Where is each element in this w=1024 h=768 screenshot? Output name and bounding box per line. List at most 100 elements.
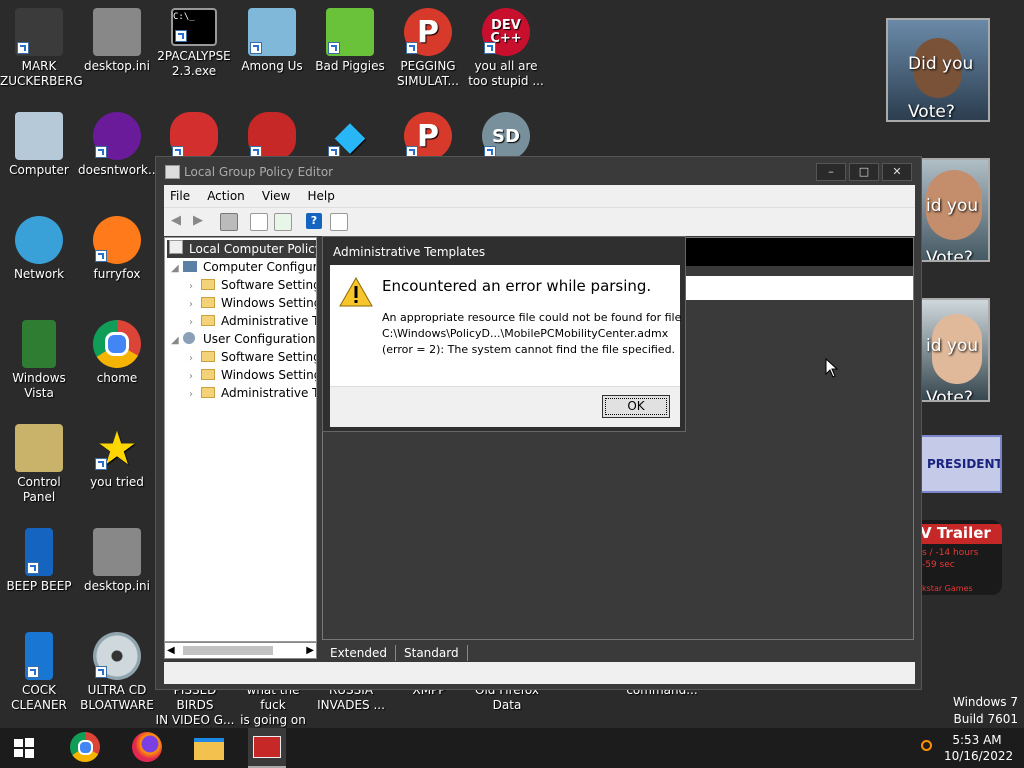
desktop-icon-label: 2PACALYPSE 2.3.exe xyxy=(157,49,231,78)
desktop-icon-2pacalypse[interactable]: C:\_ 2PACALYPSE 2.3.exe xyxy=(155,8,233,79)
scroll-right-icon[interactable]: ▶ xyxy=(306,643,314,658)
desktop-icon-ultra-cd-bloatware[interactable]: ULTRA CD BLOATWARE xyxy=(78,632,156,713)
desktop-icon-windows-vista[interactable]: Windows Vista xyxy=(0,320,78,401)
folder-icon xyxy=(201,369,215,380)
clock[interactable]: 5:53 AM 10/16/2022 xyxy=(944,732,1014,764)
yahoo-icon xyxy=(93,112,141,160)
desktop-icon-mark-zuckerberg[interactable]: MARK ZUCKERBERG xyxy=(0,8,83,89)
vote-widget-3[interactable]: id you Vote? xyxy=(920,298,990,402)
angry-bird-icon xyxy=(248,112,296,160)
menu-help[interactable]: Help xyxy=(301,186,340,203)
ok-button[interactable]: OK xyxy=(602,395,670,418)
desktop-icon-chome[interactable]: chome xyxy=(78,320,156,386)
p-logo-icon: P xyxy=(404,8,452,56)
taskbar-chrome[interactable] xyxy=(70,732,102,764)
menu-file[interactable]: File xyxy=(164,186,196,203)
taskbar-file-explorer[interactable] xyxy=(194,732,226,764)
game-icon xyxy=(248,8,296,56)
desktop-icon-label: you all are too stupid ... xyxy=(468,59,544,88)
tree-item-uc-software-settings[interactable]: › Software Settings xyxy=(189,348,317,366)
desktop-icon-you-tried[interactable]: ★ you tried xyxy=(78,424,156,490)
desktop-icon-network[interactable]: Network xyxy=(0,216,78,282)
forward-arrow-icon[interactable]: ▶ xyxy=(190,213,206,229)
mouse-cursor-icon xyxy=(825,358,839,378)
expand-arrow-icon[interactable]: ◢ xyxy=(171,260,183,278)
close-button[interactable]: ✕ xyxy=(882,163,912,181)
clock-date: 10/16/2022 xyxy=(944,749,1014,763)
desktop-icon-bad-piggies[interactable]: Bad Piggies xyxy=(311,8,389,74)
search-icon[interactable] xyxy=(921,740,932,751)
menu-view[interactable]: View xyxy=(256,186,296,203)
folder-icon xyxy=(201,279,215,290)
properties-icon[interactable] xyxy=(250,213,268,231)
gear-icon: SD xyxy=(482,112,530,160)
minimize-button[interactable]: – xyxy=(816,163,846,181)
console-tree-icon[interactable] xyxy=(220,213,238,231)
desktop-icon-desktop-ini[interactable]: desktop.ini xyxy=(78,8,156,74)
desktop-icon-beep-beep[interactable]: BEEP BEEP xyxy=(0,528,78,594)
tree-item-label: Software Settings xyxy=(221,350,317,364)
error-message-line-1: An appropriate resource file could not b… xyxy=(382,311,682,324)
president-widget[interactable]: PRESIDENT xyxy=(920,435,1002,493)
tab-extended[interactable]: Extended xyxy=(322,645,396,661)
tree-item-uc-administrative-templates[interactable]: › Administrative Te xyxy=(189,384,316,404)
maximize-button[interactable]: □ xyxy=(849,163,879,181)
pig-icon xyxy=(326,8,374,56)
policy-icon xyxy=(169,240,183,254)
console-tree[interactable]: Local Computer Policy ◢ Computer Configur… xyxy=(164,237,317,642)
tree-item-label: Windows Setting xyxy=(221,368,317,382)
tree-item-uc-windows-settings[interactable]: › Windows Setting xyxy=(189,366,317,384)
expand-arrow-icon[interactable]: ◢ xyxy=(171,332,183,350)
taskbar-firefox[interactable] xyxy=(132,732,164,764)
error-heading: Encountered an error while parsing. xyxy=(382,277,652,295)
diamond-icon: ◆ xyxy=(326,112,374,160)
tree-item-user-configuration[interactable]: ◢ User Configuration xyxy=(171,330,316,348)
start-button[interactable] xyxy=(12,736,36,760)
filter-view-icon[interactable] xyxy=(330,213,348,231)
tree-item-cc-software-settings[interactable]: › Software Settings xyxy=(189,276,316,294)
desktop-icon-pegging-simulator[interactable]: P PEGGING SIMULAT... xyxy=(389,8,467,89)
desktop-icon-among-us[interactable]: Among Us xyxy=(233,8,311,74)
help-icon[interactable]: ? xyxy=(306,213,322,229)
tree-item-cc-windows-settings[interactable]: › Windows Setting xyxy=(189,294,316,312)
desktop-icon-doesntwork[interactable]: doesntwork... xyxy=(78,112,159,178)
desktop-icon-label: ULTRA CD BLOATWARE xyxy=(80,683,154,712)
error-message-line-3: (error = 2): The system cannot find the … xyxy=(382,343,676,356)
person-icon xyxy=(15,8,63,56)
vote-text: id you Vote? xyxy=(926,196,979,262)
desktop-icon-furryfox[interactable]: furryfox xyxy=(78,216,156,282)
desktop-icon-cock-cleaner[interactable]: COCK CLEANER xyxy=(0,632,78,713)
tree-item-label: Local Computer Policy xyxy=(189,242,317,256)
vote-widget-2[interactable]: id you Vote? xyxy=(920,158,990,262)
menu-action[interactable]: Action xyxy=(201,186,251,203)
desktop-icon-desktop-ini-2[interactable]: desktop.ini xyxy=(78,528,156,594)
collapsed-arrow-icon[interactable]: › xyxy=(189,386,201,404)
desktop-icon-dev-cpp[interactable]: DEV C++ you all are too stupid ... xyxy=(467,8,545,89)
desktop-icon-label: COCK CLEANER xyxy=(11,683,67,712)
desktop-icon-label: MARK ZUCKERBERG xyxy=(0,59,83,88)
back-arrow-icon[interactable]: ◀ xyxy=(168,213,184,229)
tab-standard[interactable]: Standard xyxy=(396,645,468,661)
user-icon xyxy=(183,332,195,344)
tree-item-computer-configuration[interactable]: ◢ Computer Configura xyxy=(171,258,316,278)
chrome-icon xyxy=(93,320,141,368)
tree-item-local-computer-policy[interactable]: Local Computer Policy xyxy=(167,240,317,258)
window-titlebar[interactable]: Local Group Policy Editor – □ ✕ xyxy=(156,157,921,185)
scroll-thumb[interactable] xyxy=(183,646,273,655)
dialog-body: Encountered an error while parsing. An a… xyxy=(330,265,682,386)
vote-widget-1[interactable]: Did you Vote? xyxy=(886,18,990,122)
firefox-icon xyxy=(93,216,141,264)
taskbar-group-policy-editor[interactable] xyxy=(248,728,286,768)
desktop-icon-control-panel[interactable]: Control Panel xyxy=(0,424,78,505)
scroll-left-icon[interactable]: ◀ xyxy=(167,643,175,658)
trailer-widget[interactable]: V Trailer s / -14 hours -59 sec kstar Ga… xyxy=(920,520,1002,595)
tree-item-cc-administrative-templates[interactable]: › Administrative Te xyxy=(189,312,316,330)
desktop-icon-label: Network xyxy=(13,267,65,281)
desktop-icon-computer[interactable]: Computer xyxy=(0,112,78,178)
desktop-icon-label: Windows Vista xyxy=(12,371,66,400)
export-list-icon[interactable] xyxy=(274,213,292,231)
p-logo-icon: P xyxy=(404,112,452,160)
watermark-line-1: Windows 7 xyxy=(952,695,1018,709)
error-dialog[interactable]: Administrative Templates Encountered an … xyxy=(322,236,686,432)
tree-horizontal-scrollbar[interactable]: ◀ ▶ xyxy=(164,642,317,659)
